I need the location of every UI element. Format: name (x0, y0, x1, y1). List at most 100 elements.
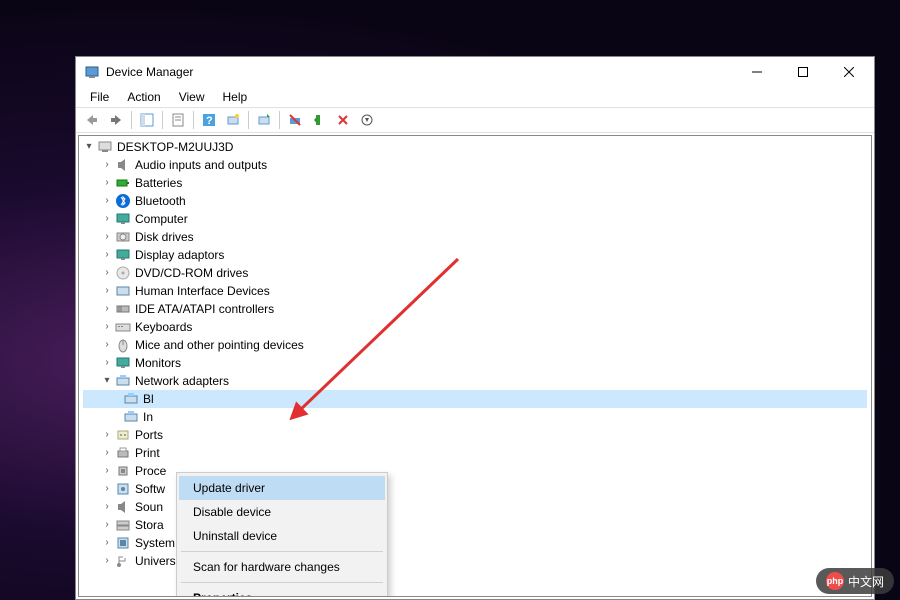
update-driver-button[interactable] (252, 109, 276, 131)
expand-icon[interactable]: › (101, 447, 113, 459)
expand-icon[interactable]: › (101, 249, 113, 261)
forward-button[interactable] (104, 109, 128, 131)
usb-icon (115, 553, 131, 569)
tree-label: Keyboards (135, 320, 192, 334)
close-button[interactable] (826, 57, 872, 87)
context-menu: Update driverDisable deviceUninstall dev… (176, 472, 388, 597)
menu-action[interactable]: Action (119, 88, 168, 106)
context-menu-item[interactable]: Scan for hardware changes (179, 555, 385, 579)
app-icon (84, 64, 100, 80)
tree-child-node[interactable]: Bl (83, 390, 867, 408)
uninstall-button[interactable] (283, 109, 307, 131)
help-button[interactable]: ? (197, 109, 221, 131)
expand-icon[interactable]: › (101, 555, 113, 567)
tree-label: Mice and other pointing devices (135, 338, 304, 352)
expand-icon[interactable]: › (101, 213, 113, 225)
tree-node[interactable]: › Computer (83, 210, 867, 228)
toolbar-separator (279, 111, 280, 129)
system-icon (115, 535, 131, 551)
tree-label: DVD/CD-ROM drives (135, 266, 248, 280)
keyboard-icon (115, 319, 131, 335)
tree-node[interactable]: ›Print (83, 444, 867, 462)
context-menu-separator (181, 582, 383, 583)
tree-label: Stora (135, 518, 164, 532)
device-manager-window: Device Manager File Action View Help ? ▾… (75, 56, 875, 600)
net-icon (115, 373, 131, 389)
enable-button[interactable] (307, 109, 331, 131)
tree-child-node[interactable]: In (83, 408, 867, 426)
mouse-icon (115, 337, 131, 353)
tree-label: IDE ATA/ATAPI controllers (135, 302, 274, 316)
context-menu-item[interactable]: Properties (179, 586, 385, 597)
context-menu-item[interactable]: Update driver (179, 476, 385, 500)
tree-label: Human Interface Devices (135, 284, 270, 298)
tree-node[interactable]: › Monitors (83, 354, 867, 372)
expand-icon[interactable]: › (101, 483, 113, 495)
tree-node[interactable]: ▾ Network adapters (83, 372, 867, 390)
tree-root[interactable]: ▾ DESKTOP-M2UUJ3D (83, 138, 867, 156)
expand-icon[interactable]: ▾ (83, 141, 95, 153)
tree-label: Monitors (135, 356, 181, 370)
tree-label: Computer (135, 212, 188, 226)
tree-node[interactable]: ›Ports (83, 426, 867, 444)
tree-node[interactable]: › Disk drives (83, 228, 867, 246)
menu-view[interactable]: View (171, 88, 213, 106)
tree-node[interactable]: › Human Interface Devices (83, 282, 867, 300)
expand-icon[interactable]: › (101, 501, 113, 513)
tree-node[interactable]: › DVD/CD-ROM drives (83, 264, 867, 282)
expand-icon[interactable]: › (101, 303, 113, 315)
expand-icon[interactable]: › (101, 231, 113, 243)
tree-node[interactable]: › IDE ATA/ATAPI controllers (83, 300, 867, 318)
expand-icon[interactable]: › (101, 339, 113, 351)
tree-label: Disk drives (135, 230, 194, 244)
bluetooth-icon (115, 193, 131, 209)
toolbar-separator (131, 111, 132, 129)
storage-icon (115, 517, 131, 533)
context-menu-separator (181, 551, 383, 552)
scan-hardware-button[interactable] (221, 109, 245, 131)
tree-node[interactable]: ›Bluetooth (83, 192, 867, 210)
back-button[interactable] (80, 109, 104, 131)
expand-icon[interactable]: › (101, 177, 113, 189)
hid-icon (115, 283, 131, 299)
disable-button[interactable] (331, 109, 355, 131)
show-hide-tree-button[interactable] (135, 109, 159, 131)
context-menu-item[interactable]: Uninstall device (179, 524, 385, 548)
tree-label: Display adaptors (135, 248, 224, 262)
context-menu-item[interactable]: Disable device (179, 500, 385, 524)
soft-icon (115, 481, 131, 497)
tree-node[interactable]: › Audio inputs and outputs (83, 156, 867, 174)
expand-icon[interactable]: › (101, 285, 113, 297)
expand-icon[interactable]: › (101, 267, 113, 279)
menu-help[interactable]: Help (215, 88, 256, 106)
tree-label: Audio inputs and outputs (135, 158, 267, 172)
expand-icon[interactable]: › (101, 465, 113, 477)
maximize-button[interactable] (780, 57, 826, 87)
expand-icon[interactable]: ▾ (101, 375, 113, 387)
expand-icon[interactable]: › (101, 357, 113, 369)
tree-node[interactable]: › Display adaptors (83, 246, 867, 264)
tree-node[interactable]: ›Batteries (83, 174, 867, 192)
ide-icon (115, 301, 131, 317)
speaker-icon (115, 157, 131, 173)
expand-icon[interactable]: › (101, 321, 113, 333)
tree-label: Network adapters (135, 374, 229, 388)
expand-icon[interactable]: › (101, 537, 113, 549)
tree-label: Proce (135, 464, 166, 478)
tree-node[interactable]: › Keyboards (83, 318, 867, 336)
toolbar-separator (162, 111, 163, 129)
tree-label: Softw (135, 482, 165, 496)
menubar: File Action View Help (76, 87, 874, 107)
disable-down-button[interactable] (355, 109, 379, 131)
menu-file[interactable]: File (82, 88, 117, 106)
expand-icon[interactable]: › (101, 195, 113, 207)
tree-label: DESKTOP-M2UUJ3D (117, 140, 233, 154)
tree-node[interactable]: › Mice and other pointing devices (83, 336, 867, 354)
disc-icon (115, 265, 131, 281)
expand-icon[interactable]: › (101, 159, 113, 171)
expand-icon[interactable]: › (101, 429, 113, 441)
minimize-button[interactable] (734, 57, 780, 87)
tree-label: Soun (135, 500, 163, 514)
properties-button[interactable] (166, 109, 190, 131)
expand-icon[interactable]: › (101, 519, 113, 531)
